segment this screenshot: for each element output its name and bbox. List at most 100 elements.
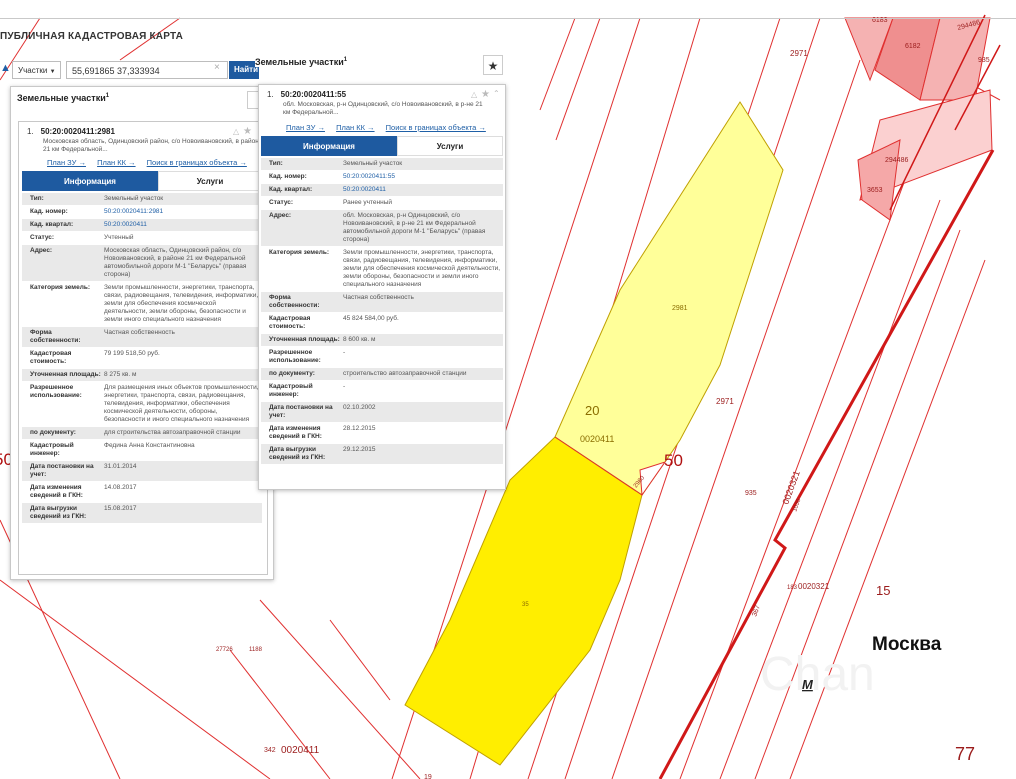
search-type-select[interactable]: Участки ▼ xyxy=(12,61,61,79)
layers-icon[interactable]: ▲ xyxy=(0,62,11,78)
map-label: 294486 xyxy=(885,157,908,164)
parcel-number[interactable]: 50:20:0020411:2981 xyxy=(41,127,115,136)
map-label: 20 xyxy=(585,403,599,418)
row-key: Форма собственности: xyxy=(30,329,81,344)
parcel-card-2981: 1. 50:20:0020411:2981 △ ★ Московская обл… xyxy=(18,121,268,575)
results-panel-left: Земельные участки1 1. 50:20:0020411:2981… xyxy=(10,86,274,580)
search-bar: ▲ Участки ▼ 55,691865 37,333934 × Найти xyxy=(0,59,259,81)
star-icon[interactable]: ★ xyxy=(481,89,490,100)
table-row: Дата изменения сведений в ГКН: 14.08.2017 xyxy=(22,482,262,503)
table-row: Статус: Ранее учтенный xyxy=(261,197,503,210)
table-row: Уточненная площадь: 8 275 кв. м xyxy=(22,369,262,382)
table-row: Адрес: обл. Московская, р-н Одинцовский, … xyxy=(261,210,503,247)
row-value: - xyxy=(343,349,346,356)
table-row: Категория земель: Земли промышленности, э… xyxy=(22,282,262,327)
map-label: 2971 xyxy=(716,397,734,406)
row-value: Земли промышленности, энергетики, трансп… xyxy=(104,284,259,323)
search-bounds-link[interactable]: Поиск в границах объекта → xyxy=(147,158,247,167)
region-label: 77 xyxy=(955,744,975,764)
city-label: Москва xyxy=(872,634,942,655)
info-tabs: Информация Услуги xyxy=(22,171,262,191)
table-row: Уточненная площадь: 8 600 кв. м xyxy=(261,334,503,347)
plan-kk-link[interactable]: План КК → xyxy=(336,123,375,132)
row-key: Тип: xyxy=(269,160,283,167)
row-key: по документу: xyxy=(269,370,315,377)
table-row: Разрешенное использование: - xyxy=(261,347,503,368)
parcel-number[interactable]: 50:20:0020411:55 xyxy=(281,90,346,99)
row-value: Частная собственность xyxy=(104,329,175,336)
clear-icon[interactable]: × xyxy=(214,62,220,73)
row-key: Кадастровый инженер: xyxy=(30,442,74,457)
table-row: Дата выгрузки сведений из ГКН: 29.12.2015 xyxy=(261,444,503,465)
metro-icon[interactable]: М xyxy=(802,677,814,692)
tab-info[interactable]: Информация xyxy=(22,171,158,191)
star-icon[interactable]: ★ xyxy=(243,126,252,137)
row-key: Форма собственности: xyxy=(269,294,320,309)
row-value: Учтенный xyxy=(104,234,134,241)
table-row: Тип: Земельный участок xyxy=(22,193,262,206)
table-row: по документу: для строительства автозапра… xyxy=(22,427,262,440)
plan-kk-link[interactable]: План КК → xyxy=(97,158,136,167)
map-label: 2971 xyxy=(790,49,808,58)
table-row: Адрес: Московская область, Одинцовский ра… xyxy=(22,245,262,282)
row-key: Дата выгрузки сведений из ГКН: xyxy=(269,446,326,461)
row-key: по документу: xyxy=(30,429,76,436)
table-row: Кадастровый инженер: Федина Анна Констант… xyxy=(22,440,262,461)
row-key: Кадастровый инженер: xyxy=(269,383,313,398)
row-key: Категория земель: xyxy=(269,249,330,256)
row-value: 28.12.2015 xyxy=(343,425,376,432)
row-key: Кад. квартал: xyxy=(30,221,74,228)
table-row: Разрешенное использование: Для размещения… xyxy=(22,382,262,427)
parcel-card-55: 1. 50:20:0020411:55 △ ★ ⌃ обл. Московска… xyxy=(258,84,506,490)
row-value: Федина Анна Константиновна xyxy=(104,442,195,449)
map-label: 0020411 xyxy=(281,745,320,756)
table-row: Кадастровый инженер: - xyxy=(261,381,503,402)
info-table: Тип: Земельный участок Кад. номер: 50:20:00… xyxy=(261,158,503,465)
row-key: Дата изменения сведений в ГКН: xyxy=(269,425,322,440)
table-row: Кад. квартал: 50:20:0020411 xyxy=(261,184,503,197)
row-value: Земельный участок xyxy=(343,160,403,167)
row-value[interactable]: 50:20:0020411 xyxy=(341,184,503,196)
plan-zu-link[interactable]: План ЗУ → xyxy=(286,123,325,132)
map-label: 0020411 xyxy=(580,434,614,444)
panel-header: Земельные участки1 xyxy=(17,93,110,103)
map-label: 6182 xyxy=(905,43,921,50)
app-title: ПУБЛИЧНАЯ КАДАСТРОВАЯ КАРТА xyxy=(0,31,184,42)
map-label: 2981 xyxy=(672,305,688,312)
map-label: 27726 xyxy=(216,647,233,653)
row-value[interactable]: 50:20:0020411:55 xyxy=(341,171,503,183)
search-bounds-link[interactable]: Поиск в границах объекта → xyxy=(386,123,486,132)
tab-services[interactable]: Услуги xyxy=(158,171,262,191)
plan-zu-link[interactable]: План ЗУ → xyxy=(47,158,86,167)
row-key: Разрешенное использование: xyxy=(269,349,321,364)
table-row: Статус: Учтенный xyxy=(22,232,262,245)
row-key: Дата постановки на учет: xyxy=(30,463,94,478)
row-key: Кад. номер: xyxy=(30,208,68,215)
row-value: строительство автозаправочной станции xyxy=(343,370,467,377)
row-value[interactable]: 50:20:0020411:2981 xyxy=(102,206,262,218)
map-label: 1036 xyxy=(792,497,802,512)
row-key: Кадастровая стоимость: xyxy=(269,315,311,330)
table-row: по документу: строительство автозаправочн… xyxy=(261,368,503,381)
header-divider xyxy=(0,18,1016,19)
row-value: 31.01.2014 xyxy=(104,463,137,470)
row-value: 02.10.2002 xyxy=(343,404,376,411)
row-value: 8 600 кв. м xyxy=(343,336,376,343)
tab-services[interactable]: Услуги xyxy=(397,136,503,156)
row-key: Кадастровая стоимость: xyxy=(30,350,72,365)
bookmark-star-button[interactable]: ★ xyxy=(483,55,503,75)
row-value[interactable]: 50:20:0020411 xyxy=(102,219,262,231)
panel-header: Земельные участки1 xyxy=(255,57,348,67)
table-row: Кад. номер: 50:20:0020411:2981 xyxy=(22,206,262,219)
search-input[interactable]: 55,691865 37,333934 xyxy=(66,61,228,79)
tab-info[interactable]: Информация xyxy=(261,136,397,156)
row-key: Кад. квартал: xyxy=(269,186,313,193)
table-row: Кад. квартал: 50:20:0020411 xyxy=(22,219,262,232)
parcel-pink-5[interactable] xyxy=(857,139,901,221)
chevron-up-icon[interactable]: ⌃ xyxy=(493,89,500,98)
row-key: Разрешенное использование: xyxy=(30,384,82,399)
row-value: - xyxy=(343,383,346,390)
row-value: 14.08.2017 xyxy=(104,484,137,491)
row-value: 15.08.2017 xyxy=(104,505,137,512)
table-row: Дата изменения сведений в ГКН: 28.12.2015 xyxy=(261,423,503,444)
